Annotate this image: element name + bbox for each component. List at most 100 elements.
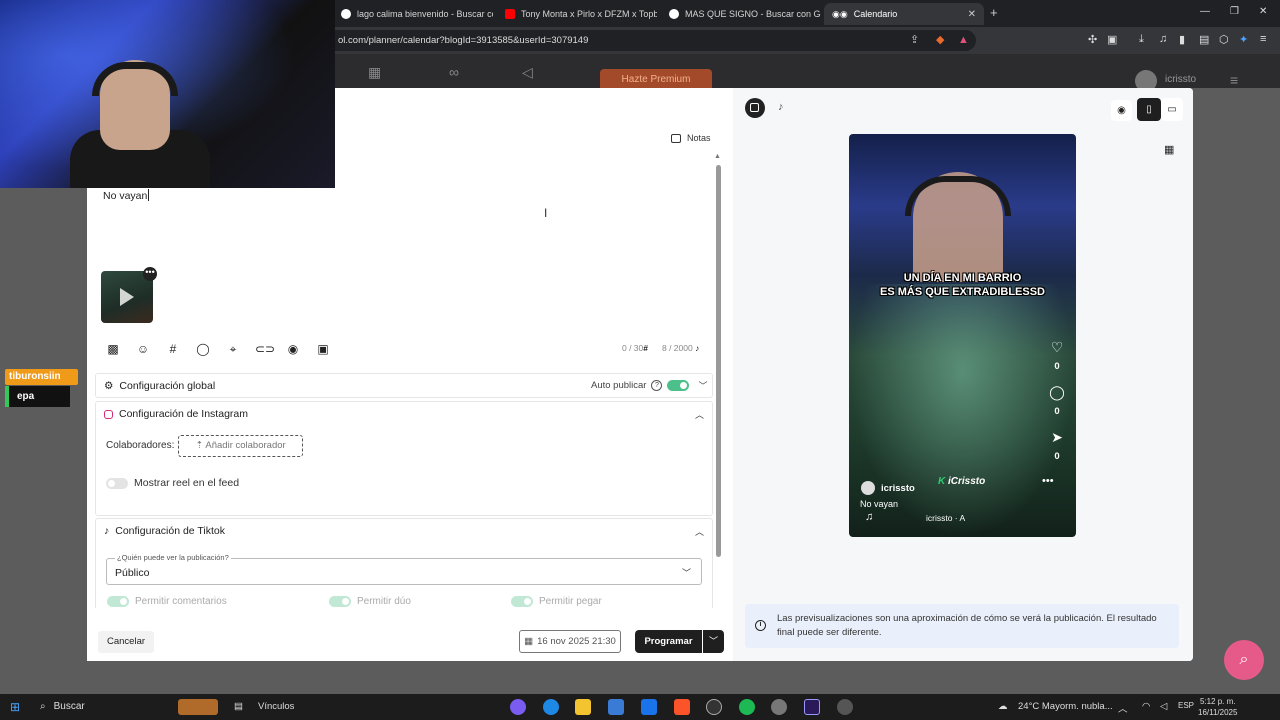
cancel-button[interactable]: Cancelar [98,631,155,653]
tiktok-config-header[interactable]: ♪ Configuración de Tiktok ︿ [104,519,704,543]
new-tab-icon[interactable]: + [990,5,998,20]
browser-tab[interactable]: MAS QUE SIGNO - Buscar con Goog [661,3,821,25]
schedule-button[interactable]: Programar [635,630,702,653]
add-collaborator-button[interactable]: ⇡ Añadir colaborador [178,435,303,457]
media-library-icon[interactable]: ▣ [315,342,331,357]
hashtag-icon[interactable]: # [165,342,181,357]
gallery-icon[interactable]: ▩ [105,342,121,357]
edge-icon[interactable] [543,699,559,715]
weather-text[interactable]: 24°C Mayorm. nubla... [1018,701,1113,712]
premiere-icon[interactable] [804,699,820,715]
links-label[interactable]: Vínculos [258,701,294,712]
scrollbar[interactable] [716,165,721,557]
scroll-up-arrow[interactable]: ▲ [714,153,721,160]
stitch-toggle[interactable] [511,596,533,607]
browser-tab-active[interactable]: ◉◉ Calendario ✕ [824,3,984,25]
schedule-options-icon[interactable]: ﹀ [703,630,724,653]
visibility-select[interactable]: ¿Quién puede ver la publicación? Público… [106,553,702,585]
download-icon[interactable]: ⤓ [1139,33,1144,46]
emoji-icon[interactable]: ☺ [135,342,151,357]
vpn-icon[interactable]: ⬡ [1219,33,1229,46]
store-icon[interactable] [608,699,624,715]
instagram-icon[interactable] [745,98,765,118]
copilot-icon[interactable] [510,699,526,715]
browser-tab[interactable]: lago calima bienvenido - Buscar con [333,3,493,25]
sidebar-icon[interactable]: ▮ [1179,33,1185,46]
clock[interactable]: 5:12 p. m. 16/11/2025 [1198,696,1237,718]
app-icon[interactable] [837,699,853,715]
media-icon[interactable]: ♫ [1159,33,1167,45]
play-icon [120,288,134,306]
windows-start-icon[interactable]: ⊞ [10,700,20,714]
chevron-down-icon[interactable]: ﹀ [698,379,707,392]
rewards-icon[interactable]: ▲ [958,30,969,51]
share-icon[interactable]: ⇪ [910,30,919,51]
minimize-icon[interactable]: — [1200,6,1210,17]
link-nav-icon[interactable]: ∞ [449,64,459,80]
hamburger-icon[interactable]: ≡ [1230,72,1238,88]
more-options-icon[interactable]: ••• [143,267,157,281]
calendar-nav-icon[interactable]: ▦ [368,64,381,81]
post-text-editor[interactable]: No vayan [96,179,713,369]
wifi-icon[interactable]: ◠ [1142,701,1150,712]
post-text: No vayan [103,190,148,202]
reel-username: icrissto [881,482,915,494]
extensions-icon[interactable]: ✣ [1088,33,1097,46]
tray-chevron-icon[interactable]: ︿ [1118,701,1128,715]
screenshot-icon[interactable]: ▣ [1107,33,1117,46]
show-reel-toggle[interactable] [106,477,128,489]
grid-icon[interactable]: ▦ [1164,143,1174,156]
username[interactable]: icrissto [1165,74,1196,85]
auto-publish-toggle[interactable] [667,380,690,391]
task-view-icon[interactable]: ▤ [234,701,243,712]
widget-icon[interactable] [178,699,218,715]
location-icon[interactable]: ⌖ [225,342,241,357]
megaphone-nav-icon[interactable]: ◁ [522,64,533,81]
restore-icon[interactable]: ❐ [1230,6,1239,17]
notes-button[interactable]: Notas [671,129,711,147]
chevron-up-icon[interactable]: ︿ [695,408,704,421]
visibility-value: Público [115,567,150,579]
obs-icon[interactable] [706,699,722,715]
global-config-section[interactable]: ⚙ Configuración global Auto publicar ? ﹀ [95,373,713,398]
search-label: Buscar [53,701,85,712]
link-icon[interactable]: ⊂⊃ [255,342,275,357]
instagram-config-header[interactable]: Configuración de Instagram ︿ [104,402,704,426]
permission-comments[interactable]: Permitir comentarios [107,596,227,607]
desktop-icon[interactable]: ▭ [1161,98,1183,121]
close-tab-icon[interactable]: ✕ [968,9,976,20]
mobile-icon[interactable]: ▯ [1137,98,1161,121]
file-explorer-icon[interactable] [575,699,591,715]
global-config-title: Configuración global [119,380,216,392]
clock-time: 5:12 p. m. [1199,697,1236,706]
menu-icon[interactable]: ≡ [1260,33,1266,45]
text-cursor-icon: I [544,206,548,220]
permission-stitch[interactable]: Permitir pegar [511,596,602,607]
eye-icon[interactable]: ◉ [1111,100,1132,121]
date-picker-button[interactable]: ▦ 16 nov 2025 21:30 [519,630,621,653]
hashtag-counter: 0 / 30# [622,343,648,353]
language-label[interactable]: ESP [1178,701,1194,710]
brave-shield-icon[interactable]: ◆ [936,30,944,51]
zoom-search-icon[interactable]: ⌕ [1224,640,1264,680]
tiktok-icon[interactable]: ♪ [778,101,784,113]
ai-icon[interactable]: ✦ [1239,33,1248,46]
comment-icon[interactable]: ◯ [195,342,211,357]
permission-duet[interactable]: Permitir dúo [329,596,411,607]
tab-title: Calendario [853,9,898,19]
close-window-icon[interactable]: ✕ [1259,6,1267,17]
wallet-icon[interactable]: ▤ [1199,33,1209,46]
ai-assistant-icon[interactable]: ◉ [285,342,301,357]
help-icon[interactable]: ? [651,380,663,391]
taskbar-search[interactable]: ⌕ Buscar [40,701,85,712]
duet-toggle[interactable] [329,596,351,607]
chevron-up-icon[interactable]: ︿ [695,525,704,538]
mail-icon[interactable] [641,699,657,715]
browser-tab[interactable]: Tony Monta x Pirlo x DFZM x Topboy [497,3,657,25]
volume-icon[interactable]: ◁ [1160,701,1167,712]
spotify-icon[interactable] [739,699,755,715]
brave-icon[interactable] [674,699,690,715]
settings-icon[interactable] [771,699,787,715]
url-field[interactable]: ol.com/planner/calendar?blogId=3913585&u… [320,30,976,51]
comments-toggle[interactable] [107,596,129,607]
